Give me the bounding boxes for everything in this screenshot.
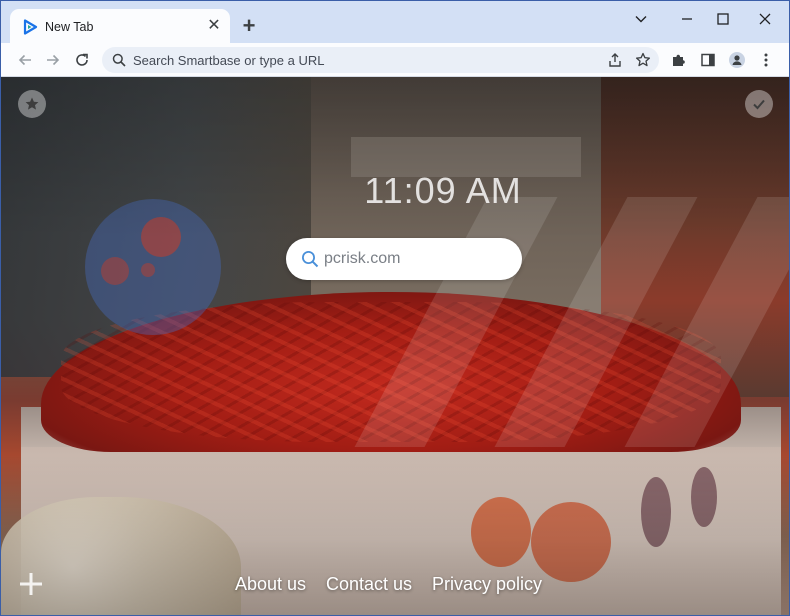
search-input[interactable] [324,238,509,280]
maximize-button[interactable] [703,7,743,31]
star-icon[interactable] [18,90,46,118]
play-triangle-icon [22,19,38,35]
share-icon[interactable] [607,52,623,68]
check-icon[interactable] [745,90,773,118]
puzzle-icon[interactable] [668,49,690,71]
browser-toolbar: Search Smartbase or type a URL [1,43,789,77]
side-panel-icon[interactable] [697,49,719,71]
minimize-button[interactable] [667,7,707,31]
tab-strip: New Tab ✕ + [1,1,789,43]
close-window-button[interactable] [745,7,785,31]
new-tab-page: 11:09 AM About us Contact us Privacy pol… [1,77,789,615]
magnifier-icon [302,251,319,268]
reload-icon[interactable] [71,49,93,71]
plus-icon[interactable] [17,570,45,598]
person-icon[interactable] [726,49,748,71]
clock: 11:09 AM [364,170,522,211]
close-tab-icon[interactable]: ✕ [205,17,223,35]
browser-window: New Tab ✕ + Search Smartbase or type a U… [0,0,790,616]
magnifier-icon [112,53,126,67]
new-tab-button[interactable]: + [238,15,260,37]
chevron-down-icon[interactable] [621,7,661,31]
tab-new-tab[interactable]: New Tab ✕ [10,9,230,43]
tab-title: New Tab [45,20,94,34]
privacy-policy-link[interactable]: Privacy policy [432,574,542,595]
address-bar[interactable]: Search Smartbase or type a URL [102,47,659,73]
arrow-left-icon[interactable] [14,49,36,71]
kebab-icon[interactable] [755,49,777,71]
new-tab-search-box[interactable] [286,238,522,280]
about-us-link[interactable]: About us [235,574,306,595]
star-outline-icon[interactable] [635,52,651,68]
contact-us-link[interactable]: Contact us [326,574,412,595]
arrow-right-icon[interactable] [42,49,64,71]
address-bar-placeholder: Search Smartbase or type a URL [133,53,325,68]
background-vignette [1,77,789,615]
